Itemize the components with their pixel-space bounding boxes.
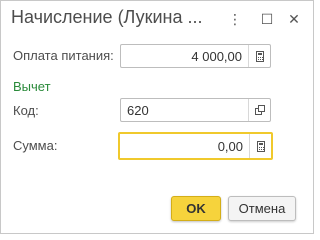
dialog-window: Начисление (Лукина ... ⋮ ☐ ✕ Оплата пита… bbox=[0, 0, 314, 234]
calculator-icon bbox=[256, 140, 265, 152]
title-bar: Начисление (Лукина ... ⋮ ☐ ✕ bbox=[1, 1, 313, 37]
calculator-button[interactable] bbox=[248, 45, 270, 67]
maximize-icon[interactable]: ☐ bbox=[257, 9, 277, 29]
open-icon bbox=[254, 105, 265, 115]
close-icon[interactable]: ✕ bbox=[284, 9, 304, 29]
payment-field[interactable]: 4 000,00 bbox=[120, 44, 271, 68]
code-value: 620 bbox=[127, 103, 149, 118]
code-label: Код: bbox=[13, 103, 39, 118]
cancel-button[interactable]: Отмена bbox=[228, 196, 296, 221]
calculator-icon bbox=[255, 50, 264, 62]
calculator-button[interactable] bbox=[249, 134, 271, 158]
payment-value: 4 000,00 bbox=[191, 49, 242, 64]
amount-field[interactable]: 0,00 bbox=[118, 132, 273, 160]
open-button[interactable] bbox=[248, 99, 270, 121]
more-actions-icon[interactable]: ⋮ bbox=[225, 9, 245, 29]
code-field[interactable]: 620 bbox=[120, 98, 271, 122]
ok-button[interactable]: OK bbox=[171, 196, 221, 221]
deduction-group-label: Вычет bbox=[13, 79, 51, 94]
window-title: Начисление (Лукина ... bbox=[11, 7, 203, 27]
amount-value: 0,00 bbox=[217, 139, 243, 154]
payment-label: Оплата питания: bbox=[13, 48, 114, 63]
amount-label: Сумма: bbox=[13, 138, 58, 153]
